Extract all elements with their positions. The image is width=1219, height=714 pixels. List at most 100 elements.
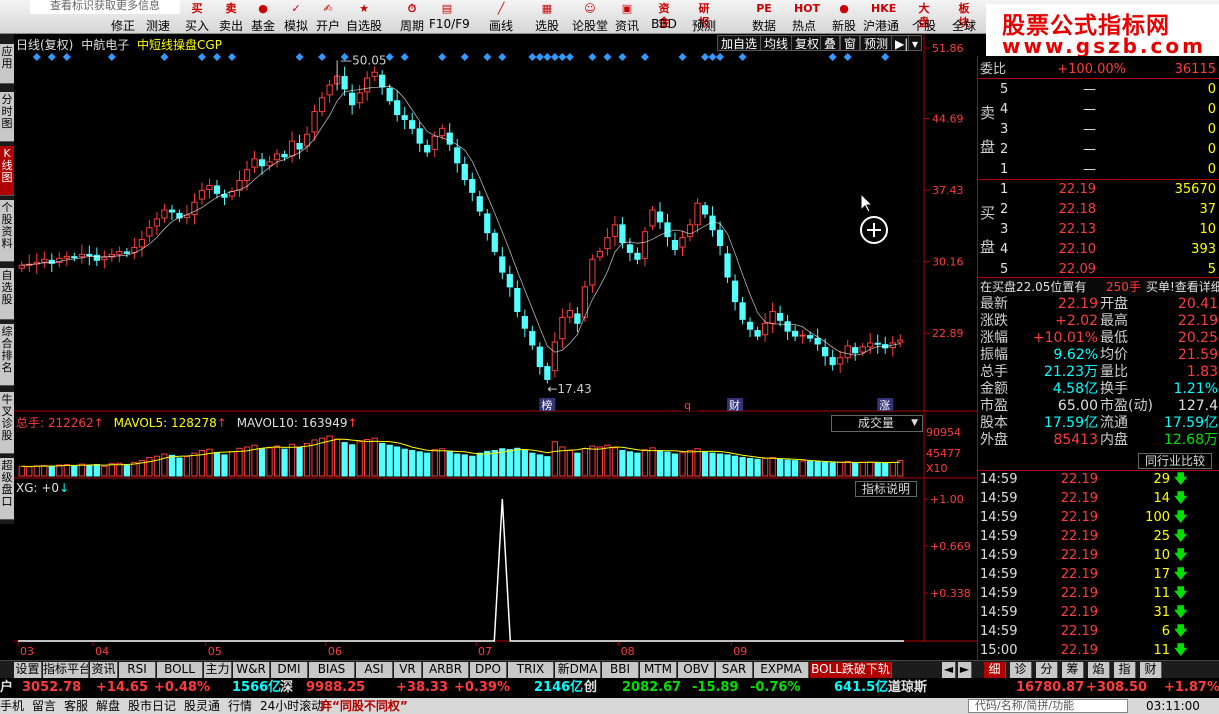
candle-body[interactable] (146, 227, 153, 237)
candle-body[interactable] (822, 347, 829, 357)
candle-body[interactable] (791, 330, 799, 337)
candle-body[interactable] (776, 313, 784, 321)
volume-bar[interactable] (446, 451, 453, 477)
toolbar-button-7[interactable]: ★ 自选股 (346, 2, 382, 33)
volume-bar[interactable] (394, 446, 401, 477)
volume-bar[interactable] (386, 444, 393, 477)
toolbar-button-20[interactable]: 大盘 个股 (906, 2, 942, 33)
candle-body[interactable] (686, 224, 694, 237)
candle-body[interactable] (439, 127, 446, 137)
notice-detail-link[interactable]: 买单!查看详细 (1146, 278, 1219, 297)
candle-body[interactable] (123, 251, 131, 254)
volume-bar[interactable] (731, 455, 739, 477)
event-marker[interactable]: 财 (729, 398, 740, 412)
candle-body[interactable] (544, 366, 551, 380)
volume-bar[interactable] (581, 448, 589, 477)
toolbar-button-9[interactable]: ▤ F10/F9 (429, 2, 470, 31)
toolbar-button-15[interactable]: 研报 预测 (686, 2, 722, 33)
volume-bar[interactable] (341, 442, 348, 477)
volume-bar[interactable] (288, 443, 296, 477)
bottom-bar-item-6[interactable]: 行情 (228, 698, 252, 714)
volume-bar[interactable] (71, 465, 78, 477)
candle-body[interactable] (138, 239, 146, 248)
stock-search-input[interactable]: 代码/名称/简拼/功能 (968, 699, 1128, 713)
volume-bar[interactable] (739, 457, 746, 477)
volume-bar[interactable] (566, 449, 574, 477)
candle-body[interactable] (634, 252, 641, 260)
toolbar-button-3[interactable]: 卖卖出 (213, 2, 249, 33)
candle-body[interactable] (491, 232, 498, 252)
event-marker[interactable]: 涨 (879, 399, 890, 412)
volume-bar[interactable] (93, 464, 100, 477)
volume-bar[interactable] (221, 454, 228, 477)
candle-body[interactable] (837, 357, 844, 365)
volume-bar[interactable] (551, 441, 558, 477)
volume-bar[interactable] (326, 435, 333, 477)
candle-body[interactable] (867, 342, 874, 348)
volume-bar[interactable] (867, 461, 874, 477)
candle-body[interactable] (86, 253, 93, 256)
toolbar-button-13[interactable]: ▣ 资讯 (609, 2, 645, 33)
candle-body[interactable] (213, 185, 221, 194)
candle-body[interactable] (574, 313, 581, 324)
volume-chart[interactable]: 90954 45477 X10 总手: 212262↑ MAVOL5: 128278… (14, 412, 977, 479)
candle-body[interactable] (273, 153, 281, 161)
chart-tool-7[interactable]: ▾ (908, 35, 923, 51)
volume-bar[interactable] (626, 451, 634, 477)
candle-body[interactable] (341, 76, 348, 90)
volume-bar[interactable] (431, 449, 438, 477)
volume-bar[interactable] (409, 449, 416, 477)
volume-bar[interactable] (303, 442, 311, 477)
volume-bar[interactable] (48, 465, 55, 477)
volume-bar[interactable] (461, 454, 468, 477)
candle-body[interactable] (694, 202, 701, 226)
volume-bar[interactable] (258, 448, 266, 477)
dj-index[interactable]: 16780.87 (1016, 678, 1084, 698)
candle-body[interactable] (521, 316, 528, 329)
volume-bar[interactable] (709, 452, 716, 477)
volume-bar[interactable] (33, 465, 40, 477)
candle-body[interactable] (529, 331, 536, 346)
indicator-name[interactable]: 中短线操盘CGP (137, 38, 222, 52)
candle-body[interactable] (679, 237, 686, 248)
volume-bar[interactable] (18, 465, 25, 477)
candle-body[interactable] (71, 256, 78, 259)
toolbar-button-17[interactable]: HOT 热点 (786, 2, 822, 33)
volume-bar[interactable] (146, 457, 153, 477)
volume-bar[interactable] (649, 447, 656, 477)
industry-compare-button[interactable]: 同行业比较 (1138, 453, 1213, 469)
candle-body[interactable] (461, 163, 468, 181)
candle-body[interactable] (243, 169, 251, 182)
right-bottom-tab-0[interactable]: 细 (984, 662, 1006, 678)
candle-body[interactable] (191, 201, 198, 216)
volume-bar[interactable] (78, 463, 85, 477)
volume-bar[interactable] (491, 449, 498, 477)
bottom-tab-17[interactable]: OBV (678, 662, 715, 678)
candle-body[interactable] (484, 213, 491, 234)
volume-bar[interactable] (604, 444, 611, 477)
candle-body[interactable] (386, 87, 393, 102)
volume-bar[interactable] (844, 460, 851, 477)
candle-body[interactable] (356, 92, 363, 104)
volume-bar[interactable] (776, 458, 784, 477)
candle-body[interactable] (303, 133, 311, 147)
bottom-tab-4[interactable]: BOLL (157, 662, 203, 678)
volume-bar[interactable] (761, 457, 769, 477)
volume-bar[interactable] (108, 463, 115, 477)
volume-bar[interactable] (318, 437, 326, 477)
bottom-tab-10[interactable]: VR (394, 662, 422, 678)
bottom-tab-13[interactable]: TRIX (508, 662, 554, 678)
candle-body[interactable] (153, 218, 161, 227)
volume-bar[interactable] (852, 462, 859, 477)
toolbar-button-19[interactable]: HKE 沪港通 (863, 2, 899, 33)
volume-indicator-select[interactable]: 成交量 ▼ (831, 415, 923, 432)
candle-body[interactable] (807, 335, 814, 339)
bottom-bar-item-2[interactable]: 客服 (64, 698, 88, 714)
toolbar-button-10[interactable]: ╱ 画线 (483, 2, 519, 33)
bottom-bar-item-4[interactable]: 股市日记 (128, 698, 176, 714)
candle-body[interactable] (784, 321, 791, 332)
right-bottom-tab-6[interactable]: 财 (1140, 662, 1162, 678)
bottom-bar-item-5[interactable]: 股灵通 (184, 698, 220, 714)
bottom-tab-6[interactable]: W&R (233, 662, 270, 678)
candle-body[interactable] (18, 264, 25, 269)
